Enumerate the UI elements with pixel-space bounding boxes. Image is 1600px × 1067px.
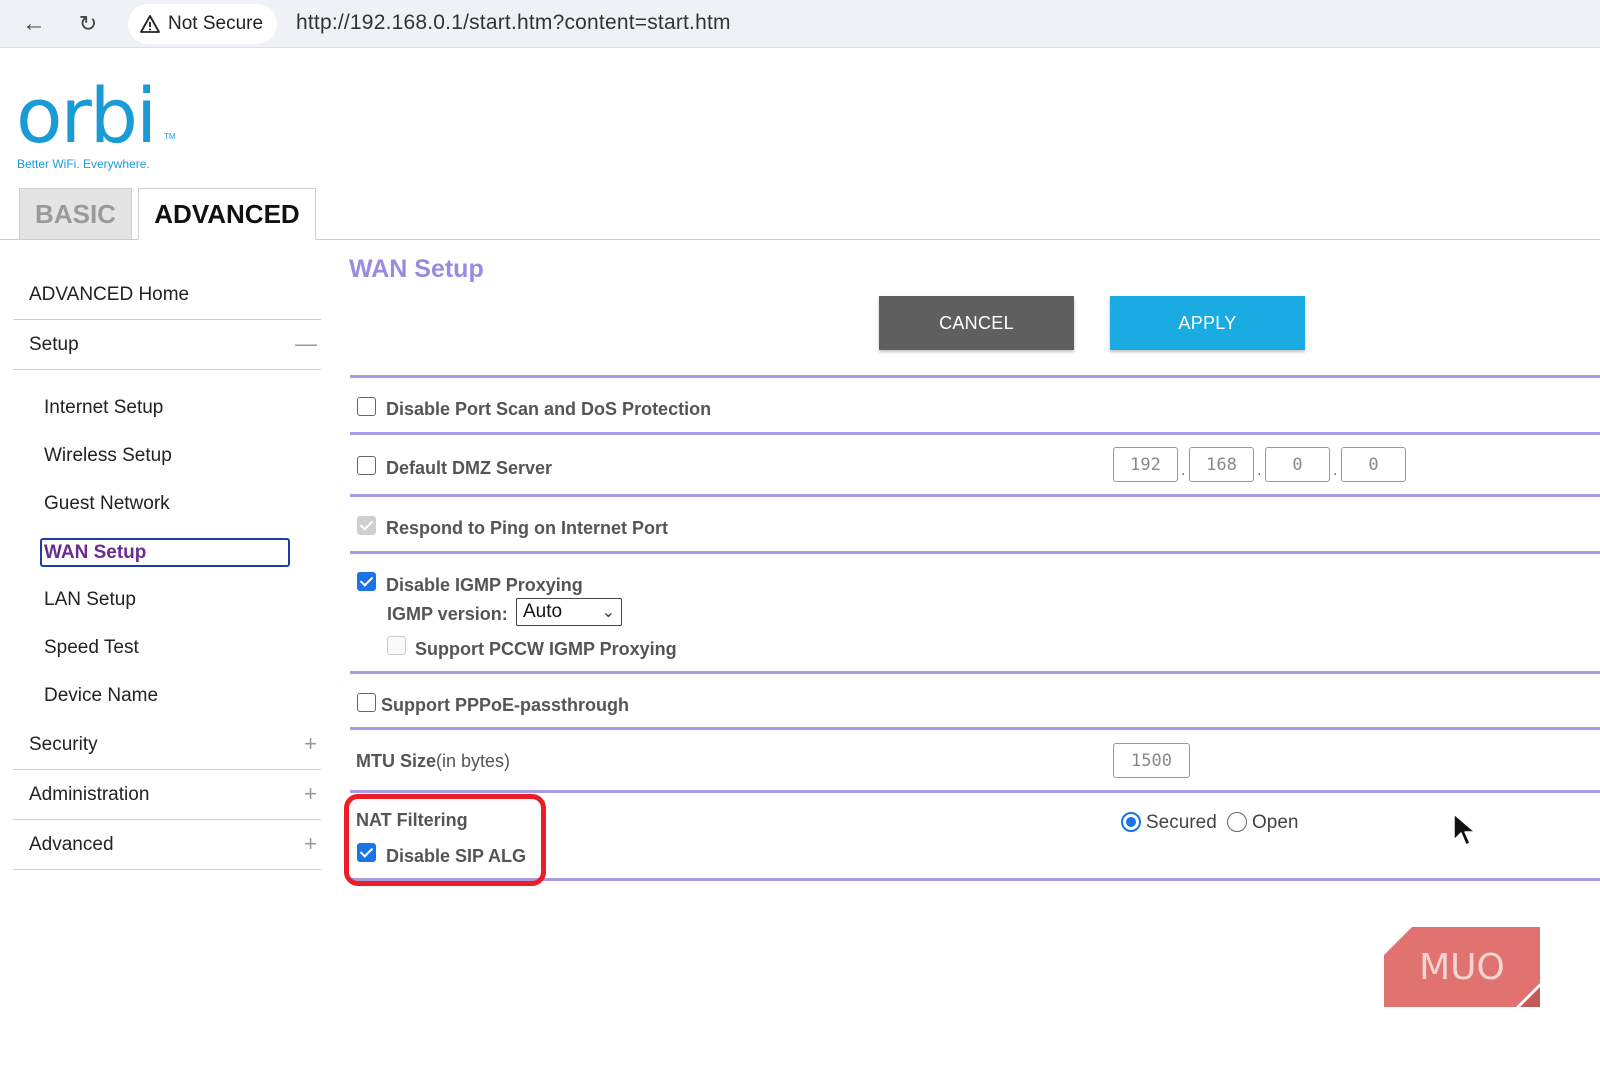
page-title: WAN Setup: [349, 255, 484, 283]
mtu-input[interactable]: 1500: [1113, 743, 1190, 778]
nat-open-label: Open: [1252, 812, 1299, 833]
pppoe-checkbox[interactable]: [357, 693, 376, 712]
dmz-ip-octet-3[interactable]: 0: [1265, 447, 1330, 482]
dmz-ip-octet-4[interactable]: 0: [1341, 447, 1406, 482]
sidebar-item-wan-setup[interactable]: WAN Setup: [13, 528, 321, 576]
sidebar-item-guest-network[interactable]: Guest Network: [13, 480, 321, 528]
tab-advanced[interactable]: ADVANCED: [138, 188, 316, 240]
nat-secured-label: Secured: [1146, 812, 1217, 833]
orbi-logo: orbi TM Better WiFi. Everywhere.: [16, 71, 176, 173]
mtu-unit: (in bytes): [436, 751, 511, 771]
warning-icon: [140, 15, 160, 33]
section-divider: [350, 551, 1600, 554]
dmz-ip-octet-2[interactable]: 168: [1189, 447, 1254, 482]
expand-icon[interactable]: +: [304, 783, 317, 805]
expand-icon[interactable]: +: [304, 733, 317, 755]
igmp-checkbox[interactable]: [357, 572, 376, 591]
ip-separator: .: [1257, 462, 1262, 479]
sidebar-section-label: Security: [29, 733, 98, 755]
logo-trademark: TM: [164, 132, 176, 141]
section-divider: [350, 432, 1600, 435]
browser-toolbar: ← ↻ Not Secure http://192.168.0.1/start.…: [0, 0, 1600, 48]
dmz-label: Default DMZ Server: [386, 458, 553, 478]
dmz-checkbox[interactable]: [357, 456, 376, 475]
section-divider: [350, 494, 1600, 497]
ping-checkbox: [357, 516, 376, 535]
sidebar-section-label: Advanced: [29, 833, 114, 855]
pccw-checkbox: [387, 636, 406, 655]
sidebar-item-label: LAN Setup: [44, 589, 136, 610]
logo-tagline: Better WiFi. Everywhere.: [17, 157, 150, 171]
sidebar-item-speed-test[interactable]: Speed Test: [13, 624, 321, 672]
sidebar-item-device-name[interactable]: Device Name: [13, 672, 321, 720]
sidebar-item-lan-setup[interactable]: LAN Setup: [13, 576, 321, 624]
igmp-version-value: Auto: [523, 601, 563, 622]
mtu-label-text: MTU Size: [356, 751, 437, 771]
section-divider: [350, 671, 1600, 674]
reload-icon[interactable]: ↻: [72, 8, 104, 40]
ping-label: Respond to Ping on Internet Port: [386, 518, 668, 538]
sidebar-section-security[interactable]: Security +: [13, 720, 321, 770]
sidebar-item-label: Device Name: [44, 685, 159, 706]
igmp-version-select[interactable]: Auto ⌄: [516, 598, 622, 626]
sidebar-section-label: Administration: [29, 783, 150, 805]
mouse-cursor-icon: [1453, 813, 1476, 846]
sidebar-section-setup[interactable]: Setup —: [13, 320, 321, 370]
apply-button[interactable]: APPLY: [1110, 296, 1305, 350]
sidebar-item-internet-setup[interactable]: Internet Setup: [13, 384, 321, 432]
sidebar: ADVANCED Home Setup — Internet Setup Wir…: [13, 270, 321, 870]
sidebar-section-administration[interactable]: Administration +: [13, 770, 321, 820]
nat-open-radio[interactable]: [1227, 812, 1247, 832]
sidebar-section-advanced[interactable]: Advanced +: [13, 820, 321, 870]
nat-secured-radio[interactable]: [1121, 812, 1141, 832]
igmp-label: Disable IGMP Proxying: [386, 575, 583, 595]
highlight-annotation: [344, 794, 546, 886]
sidebar-item-label: Internet Setup: [44, 397, 164, 418]
sidebar-item-label: ADVANCED Home: [29, 283, 190, 305]
sidebar-item-wireless-setup[interactable]: Wireless Setup: [13, 432, 321, 480]
sidebar-section-label: Setup: [29, 333, 79, 355]
pppoe-label: Support PPPoE-passthrough: [381, 695, 630, 715]
security-indicator[interactable]: Not Secure: [128, 4, 278, 44]
chevron-down-icon: ⌄: [601, 604, 615, 621]
section-divider: [350, 727, 1600, 730]
security-label: Not Secure: [168, 13, 264, 34]
port-scan-label: Disable Port Scan and DoS Protection: [386, 399, 712, 419]
pccw-label: Support PCCW IGMP Proxying: [415, 639, 677, 659]
port-scan-checkbox[interactable]: [357, 397, 376, 416]
sidebar-item-label: Wireless Setup: [44, 445, 172, 466]
section-divider: [350, 790, 1600, 793]
ip-separator: .: [1181, 462, 1186, 479]
sidebar-item-advanced-home[interactable]: ADVANCED Home: [13, 270, 321, 320]
back-arrow-icon[interactable]: ←: [18, 8, 50, 40]
tab-basic[interactable]: BASIC: [19, 188, 132, 240]
address-bar[interactable]: http://192.168.0.1/start.htm?content=sta…: [296, 11, 731, 35]
sidebar-item-label: Speed Test: [44, 637, 139, 658]
watermark-text: MUO: [1419, 947, 1505, 988]
igmp-version-label: IGMP version:: [387, 604, 508, 624]
expand-icon[interactable]: +: [304, 833, 317, 855]
muo-watermark-logo: MUO: [1384, 927, 1540, 1007]
ip-separator: .: [1333, 462, 1338, 479]
logo-word: orbi: [16, 71, 157, 160]
section-divider: [350, 375, 1600, 378]
sidebar-item-label: Guest Network: [44, 493, 170, 514]
mtu-label: MTU Size(in bytes): [356, 751, 510, 772]
cancel-button[interactable]: CANCEL: [879, 296, 1074, 350]
collapse-icon[interactable]: —: [295, 333, 317, 355]
sidebar-item-label: WAN Setup: [40, 537, 290, 567]
dmz-ip-octet-1[interactable]: 192: [1113, 447, 1178, 482]
